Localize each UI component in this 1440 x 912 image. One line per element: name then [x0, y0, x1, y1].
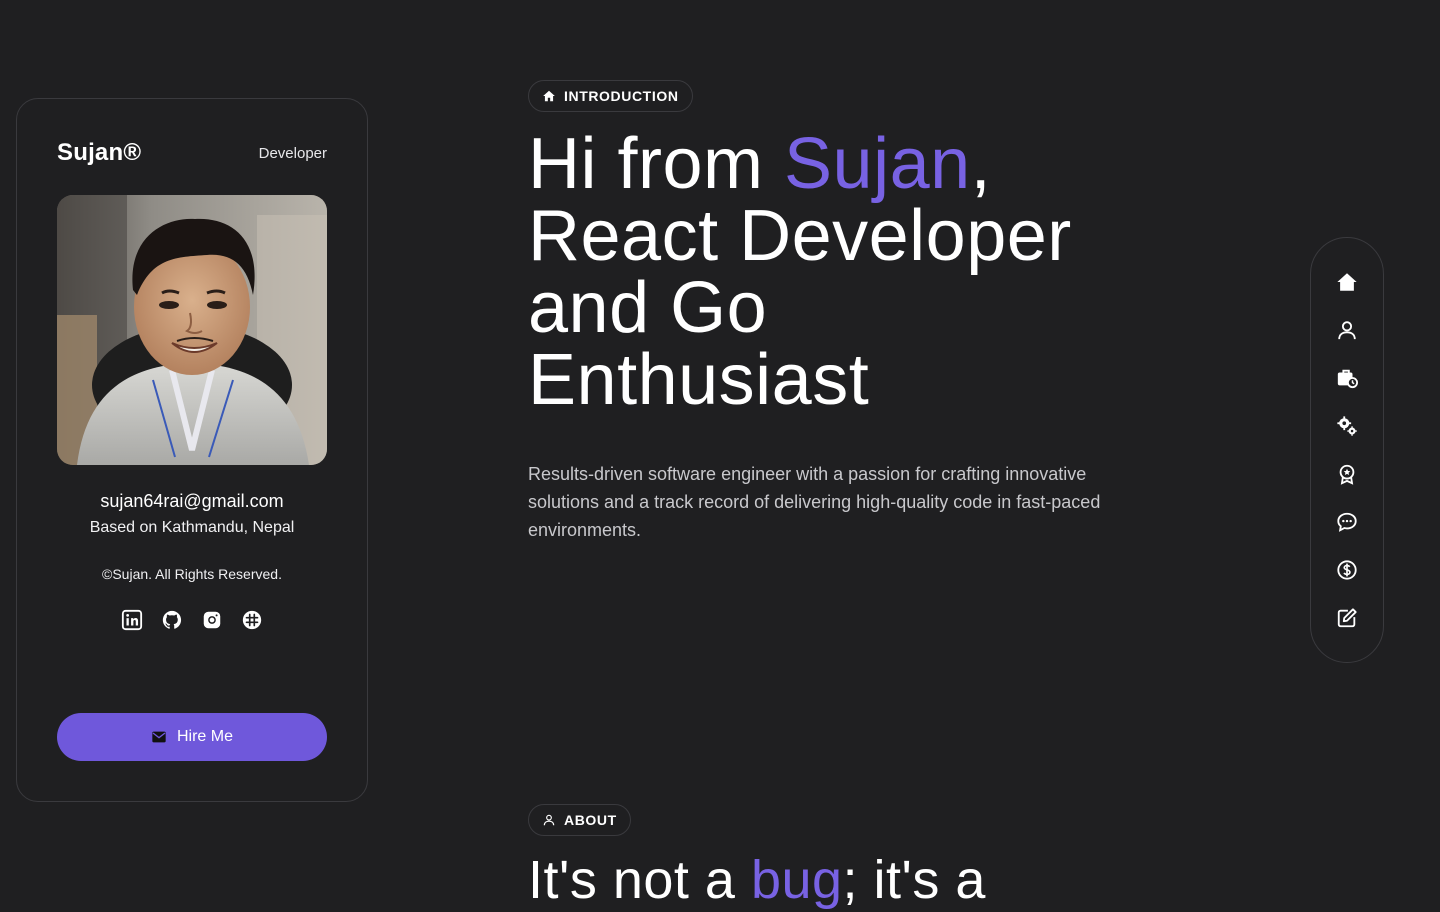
hero-line4: Enthusiast: [528, 340, 870, 420]
nav-home-icon[interactable]: [1335, 270, 1359, 294]
slack-icon[interactable]: [241, 609, 263, 631]
copyright-text: ©Sujan. All Rights Reserved.: [102, 566, 282, 582]
about-tag: ABOUT: [528, 804, 631, 836]
hero-name: Sujan: [784, 124, 971, 204]
home-icon: [543, 90, 555, 102]
side-navigation: [1310, 237, 1384, 663]
hire-me-label: Hire Me: [176, 728, 233, 745]
hero-text-part1: Hi from: [528, 124, 784, 204]
about-heading-part1: It's not a: [528, 850, 751, 910]
profile-card: Sujan® Developer sujan64rai@gmail.com Ba…: [16, 98, 368, 802]
intro-description: Results-driven software engineer with a …: [528, 464, 1101, 540]
social-links: [17, 609, 367, 631]
about-heading: It's not a bug; it's a: [528, 848, 986, 912]
hero-line2: React Developer: [528, 196, 1072, 276]
contact-email[interactable]: sujan64rai@gmail.com: [17, 491, 367, 512]
nav-gears-icon[interactable]: [1335, 414, 1359, 438]
nav-briefcase-clock-icon[interactable]: [1335, 366, 1359, 390]
introduction-tag-label: INTRODUCTION: [564, 88, 679, 104]
brand-name: Sujan®: [57, 139, 142, 166]
role-label: Developer: [258, 144, 327, 162]
instagram-icon[interactable]: [201, 609, 223, 631]
hero-line3: and Go: [528, 268, 768, 348]
hire-me-button[interactable]: Hire Me: [57, 713, 327, 761]
nav-award-icon[interactable]: [1335, 462, 1359, 486]
hero-heading: Hi from Sujan, React Developer and Go En…: [528, 128, 1168, 416]
nav-dollar-icon[interactable]: [1335, 558, 1359, 582]
mail-icon: [152, 731, 166, 743]
nav-user-icon[interactable]: [1335, 318, 1359, 342]
linkedin-icon[interactable]: [121, 609, 143, 631]
hero-text-part2: ,: [970, 124, 992, 204]
nav-chat-icon[interactable]: [1335, 510, 1359, 534]
profile-header: Sujan® Developer: [57, 139, 327, 167]
github-icon[interactable]: [161, 609, 183, 631]
introduction-tag: INTRODUCTION: [528, 80, 693, 112]
about-heading-part2: ; it's a: [842, 850, 986, 910]
location-text: Based on Kathmandu, Nepal: [89, 519, 295, 536]
profile-photo-image: [57, 195, 327, 465]
user-icon: [543, 814, 555, 826]
profile-photo: [57, 195, 327, 465]
nav-edit-icon[interactable]: [1335, 606, 1359, 630]
about-heading-accent: bug: [750, 850, 843, 910]
about-tag-label: ABOUT: [564, 812, 617, 828]
